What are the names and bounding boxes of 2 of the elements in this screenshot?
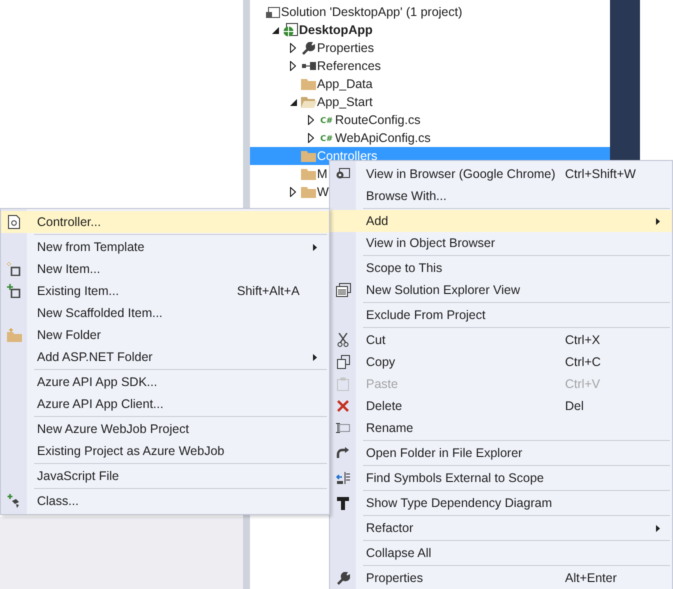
csharp-file-icon: C# <box>320 134 333 142</box>
csharp-file-icon: C# <box>320 116 333 124</box>
